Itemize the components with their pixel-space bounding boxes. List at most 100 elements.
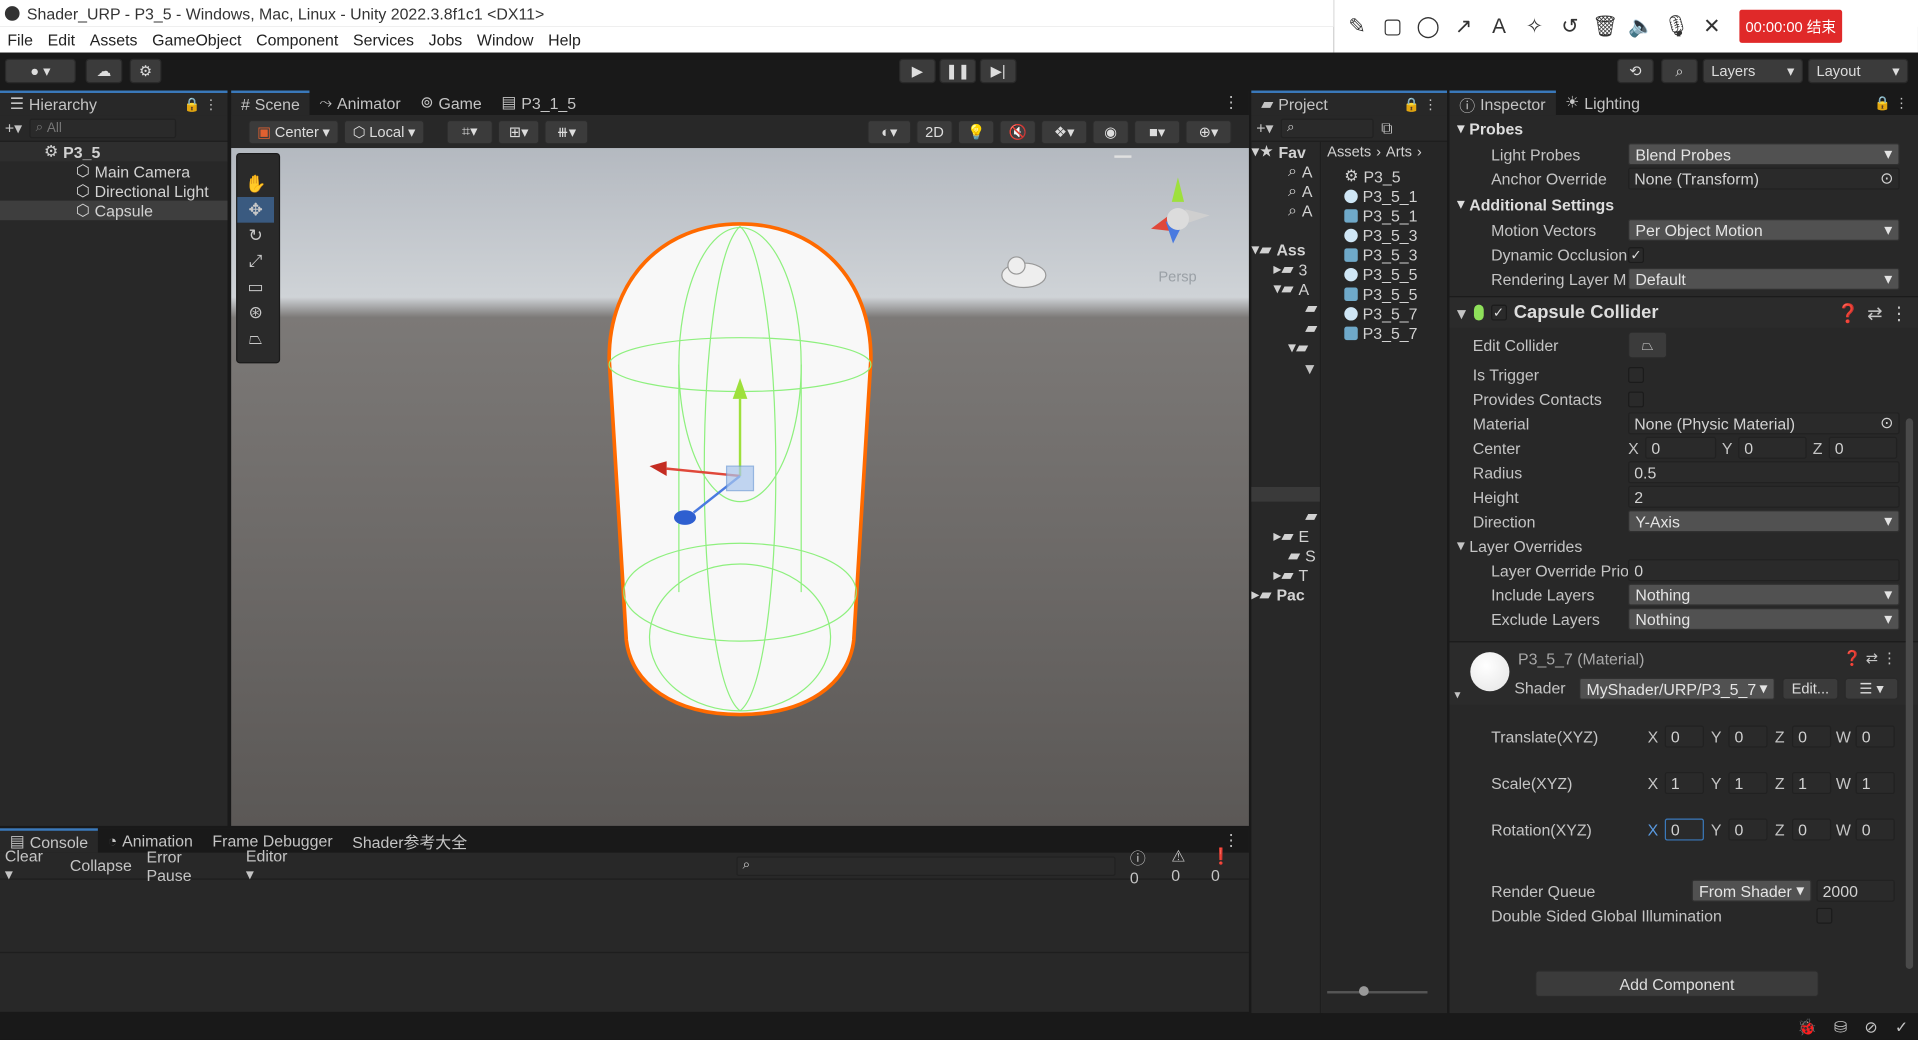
lighting-toggle[interactable]: 💡 xyxy=(957,119,995,144)
rectangle-icon[interactable]: ▢ xyxy=(1375,2,1410,51)
inspector-scrollbar[interactable] xyxy=(1905,418,1914,970)
chevron-down-icon[interactable]: ▾ xyxy=(1457,302,1466,324)
recording-timer[interactable]: 00:00:00 结束 xyxy=(1739,9,1843,43)
chevron-down-icon[interactable]: ▾ xyxy=(1251,357,1319,379)
file-item[interactable]: P3_5_5 xyxy=(1322,284,1447,304)
scale-x-field[interactable]: 1 xyxy=(1664,772,1704,795)
persp-label[interactable]: Persp xyxy=(1158,268,1196,285)
undo-icon[interactable]: ↺ xyxy=(1552,2,1587,51)
error-pause-button[interactable]: Error Pause xyxy=(146,847,231,884)
packages-row[interactable]: ▸▰ Pac xyxy=(1251,585,1319,605)
tree-folder[interactable]: ▰ xyxy=(1251,299,1319,319)
collapse-button[interactable]: Collapse xyxy=(70,856,132,874)
file-item[interactable]: P3_5_7 xyxy=(1322,303,1447,323)
render-queue-field[interactable]: 2000 xyxy=(1816,879,1895,902)
file-item[interactable]: P3_5_1 xyxy=(1322,186,1447,206)
project-search-input[interactable]: ⌕ xyxy=(1280,118,1374,138)
file-item[interactable]: P3_5_7 xyxy=(1322,323,1447,343)
tab-lighting[interactable]: ☀ Lighting xyxy=(1555,91,1649,115)
hierarchy-item-capsule[interactable]: ⬡ Capsule xyxy=(0,200,228,221)
progress-check-icon[interactable]: ✓ xyxy=(1895,1017,1908,1037)
menu-gameobject[interactable]: GameObject xyxy=(152,31,241,49)
icon-size-slider[interactable] xyxy=(1327,986,1428,996)
tree-folder[interactable]: ▸▰ E xyxy=(1251,526,1319,546)
dynamic-occlusion-checkbox[interactable]: ✓ xyxy=(1628,246,1644,263)
center-z-field[interactable]: 0 xyxy=(1828,436,1898,459)
grid-visibility-button[interactable]: ⊞▾ xyxy=(497,119,540,144)
layers-dropdown[interactable]: Layers ▾ xyxy=(1702,58,1803,84)
rotation-x-field[interactable]: 0 xyxy=(1664,818,1704,841)
rendering-layer-mask-dropdown[interactable]: Default ▾ xyxy=(1628,267,1900,290)
translate-z-field[interactable]: 0 xyxy=(1791,725,1832,748)
tab-project[interactable]: ▰ Project 🔒 ⋮ xyxy=(1251,90,1448,116)
capsule-collider-enabled-checkbox[interactable]: ✓ xyxy=(1490,304,1507,321)
cloud-button[interactable]: ☁ xyxy=(85,58,123,84)
arrow-icon[interactable]: ↗ xyxy=(1446,2,1481,51)
exclude-layers-dropdown[interactable]: Nothing ▾ xyxy=(1628,608,1900,631)
layout-dropdown[interactable]: Layout ▾ xyxy=(1807,58,1909,84)
tab-p3-1-5[interactable]: ▤ P3_1_5 xyxy=(492,91,586,115)
rotation-z-field[interactable]: 0 xyxy=(1791,818,1832,841)
camera-gizmo-icon[interactable] xyxy=(1001,256,1047,289)
tree-folder[interactable]: ▸▰ 3 xyxy=(1251,259,1319,279)
cache-server-icon[interactable]: ⛁ xyxy=(1834,1017,1847,1037)
double-sided-gi-checkbox[interactable] xyxy=(1816,907,1833,924)
scene-viewport[interactable]: Persp ✋ ✥ ↻ ⤢ ▭ ⊛ ⏢ xyxy=(231,148,1249,826)
gizmos-dropdown[interactable]: ⊕▾ xyxy=(1185,119,1232,144)
favorites-row[interactable]: ▾★ Fav xyxy=(1251,142,1319,162)
rect-tool-icon[interactable]: ▭ xyxy=(237,274,274,300)
edit-shader-button[interactable]: Edit... xyxy=(1782,677,1839,700)
include-layers-dropdown[interactable]: Nothing ▾ xyxy=(1628,583,1900,606)
scale-w-field[interactable]: 1 xyxy=(1855,772,1895,795)
favorite-item[interactable]: ⌕ A xyxy=(1251,181,1319,201)
add-component-button[interactable]: Add Component xyxy=(1535,970,1819,998)
object-picker-icon[interactable]: ⊙ xyxy=(1880,169,1893,189)
provides-contacts-checkbox[interactable] xyxy=(1628,390,1644,407)
is-trigger-checkbox[interactable] xyxy=(1628,366,1644,383)
move-tool-icon[interactable]: ✥ xyxy=(237,196,274,223)
collab-icon[interactable]: ⊘ xyxy=(1864,1017,1877,1037)
menu-help[interactable]: Help xyxy=(548,31,581,49)
menu-assets[interactable]: Assets xyxy=(90,31,138,49)
menu-file[interactable]: File xyxy=(7,31,33,49)
scene-visibility-toggle[interactable]: ◉ xyxy=(1092,119,1130,144)
tab-inspector[interactable]: ⓘ Inspector xyxy=(1449,90,1556,116)
rotation-w-field[interactable]: 0 xyxy=(1855,818,1895,841)
console-search-input[interactable]: ⌕ xyxy=(736,855,1116,876)
clear-button[interactable]: Clear ▾ xyxy=(5,847,55,885)
magic-wand-icon[interactable]: ✧ xyxy=(1517,2,1552,51)
speaker-icon[interactable]: 🔈 xyxy=(1623,2,1658,51)
tree-folder[interactable]: ▰ xyxy=(1251,318,1319,338)
physic-material-field[interactable]: None (Physic Material) ⊙ xyxy=(1628,412,1900,435)
tab-scene[interactable]: # Scene xyxy=(231,90,310,116)
breadcrumb-assets[interactable]: Assets xyxy=(1327,143,1371,160)
microphone-icon[interactable]: 🎙 xyxy=(1659,2,1694,51)
console-log-area[interactable] xyxy=(0,880,1249,954)
transform-tool-icon[interactable]: ⊛ xyxy=(237,300,274,326)
add-button[interactable]: +▾ xyxy=(5,118,22,138)
file-item[interactable]: P3_5_3 xyxy=(1322,225,1447,245)
scene-root-row[interactable]: ⚙ P3_5 xyxy=(0,141,228,162)
favorite-item[interactable]: ⌕ A xyxy=(1251,201,1319,221)
file-item[interactable]: P3_5_5 xyxy=(1322,264,1447,284)
history-button[interactable]: ⟲ xyxy=(1617,58,1654,84)
editor-dropdown[interactable]: Editor ▾ xyxy=(246,847,300,885)
search-button[interactable]: ⌕ xyxy=(1661,58,1698,84)
scale-tool-icon[interactable]: ⤢ xyxy=(237,248,274,274)
trash-icon[interactable]: 🗑 xyxy=(1588,2,1623,51)
translate-y-field[interactable]: 0 xyxy=(1728,725,1768,748)
more-options-icon[interactable]: ⋮ xyxy=(1223,93,1239,113)
direction-dropdown[interactable]: Y-Axis ▾ xyxy=(1628,510,1900,533)
section-additional-settings[interactable]: ▾ Additional Settings xyxy=(1457,191,1901,218)
hierarchy-search-input[interactable]: ⌕ All xyxy=(29,118,177,138)
tree-folder[interactable]: ▾▰ A xyxy=(1251,279,1319,299)
motion-vectors-dropdown[interactable]: Per Object Motion ▾ xyxy=(1628,219,1900,242)
file-item[interactable]: P3_5_1 xyxy=(1322,206,1447,226)
light-probes-dropdown[interactable]: Blend Probes ▾ xyxy=(1628,143,1900,166)
layer-overrides-row[interactable]: ▾ Layer Overrides xyxy=(1457,533,1901,557)
overlay-handle[interactable] xyxy=(1114,155,1132,158)
toggle-2d-button[interactable]: 2D xyxy=(916,119,953,144)
file-item[interactable]: ⚙ P3_5 xyxy=(1322,166,1447,186)
warning-count-toggle[interactable]: ⚠ 0 xyxy=(1171,847,1199,885)
play-button[interactable]: ▶ xyxy=(899,58,936,84)
